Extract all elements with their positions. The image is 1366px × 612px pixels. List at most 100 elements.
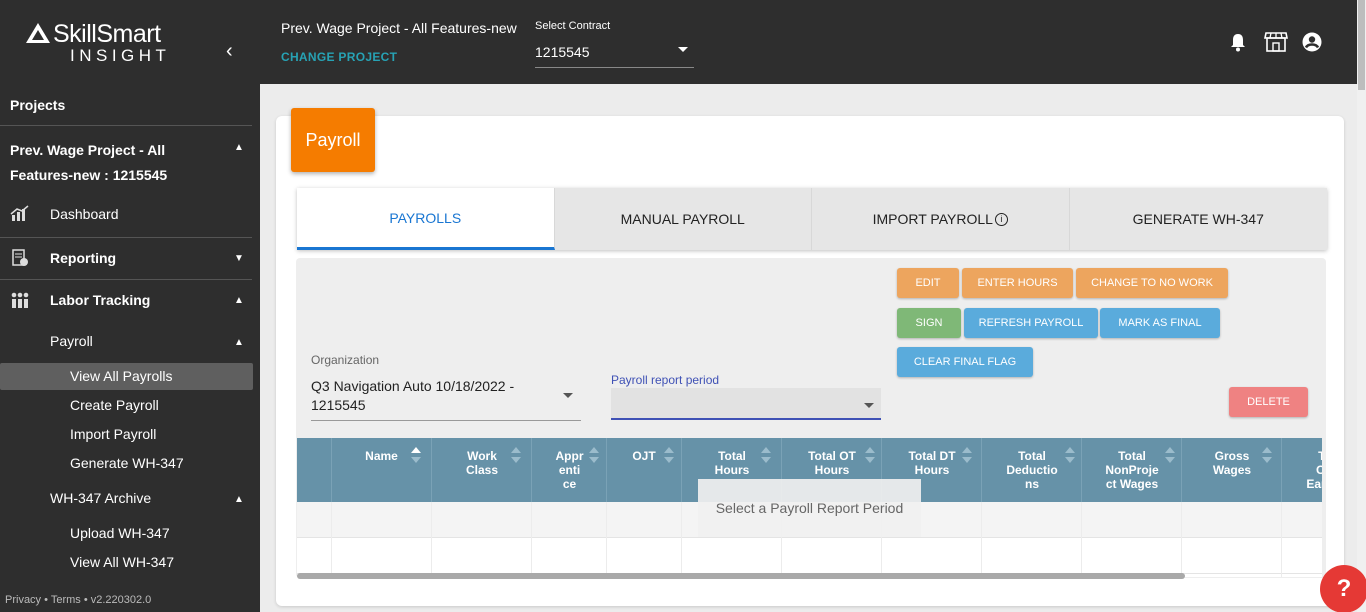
table-row — [297, 538, 1322, 574]
enter-hours-button[interactable]: ENTER HOURS — [962, 268, 1073, 298]
tab-label: IMPORT PAYROLL — [872, 211, 993, 227]
people-icon — [11, 292, 29, 308]
store-icon[interactable] — [1264, 32, 1288, 52]
footer-links[interactable]: Privacy • Terms • v2.220302.0 — [5, 594, 151, 606]
page-scrollbar[interactable] — [1357, 0, 1366, 612]
bell-icon[interactable] — [1228, 32, 1248, 52]
dropdown-arrow-icon[interactable] — [864, 403, 874, 408]
skillsmart-logo[interactable]: SkillSmart INSIGHT — [26, 20, 196, 68]
projects-heading: Projects — [10, 97, 66, 113]
sidebar-item-generate-wh347[interactable]: Generate WH-347 — [70, 455, 184, 471]
delete-button[interactable]: DELETE — [1229, 387, 1308, 417]
dropdown-arrow-icon[interactable] — [563, 393, 573, 398]
refresh-payroll-button[interactable]: REFRESH PAYROLL — [964, 308, 1098, 338]
sidebar-item-label: Reporting — [50, 250, 117, 266]
column-header-work-class[interactable]: Work Class — [431, 438, 531, 502]
payroll-badge: Payroll — [291, 108, 375, 172]
sort-icon[interactable] — [511, 447, 521, 467]
divider — [0, 279, 252, 280]
sort-icon[interactable] — [1165, 447, 1175, 467]
divider — [0, 125, 252, 126]
help-button[interactable]: ? — [1320, 565, 1366, 612]
collapse-sidebar-icon[interactable]: ‹ — [226, 40, 233, 63]
sidebar-item-reporting[interactable]: Reporting ▼ — [0, 241, 252, 275]
question-icon: ? — [1336, 575, 1352, 602]
sort-icon[interactable] — [761, 447, 771, 467]
column-label: Name — [365, 449, 398, 463]
edit-button[interactable]: EDIT — [897, 268, 959, 298]
contract-select-label: Select Contract — [535, 20, 611, 32]
column-divider — [331, 502, 332, 577]
tab-payrolls[interactable]: PAYROLLS — [297, 188, 555, 250]
sign-button[interactable]: SIGN — [897, 308, 961, 338]
top-bar: Prev. Wage Project - All Features-new CH… — [260, 0, 1366, 84]
sidebar-item-label: Labor Tracking — [50, 292, 151, 308]
sort-icon[interactable] — [1065, 447, 1075, 467]
column-header-total-deductions[interactable]: Total Deductio ns — [981, 438, 1081, 502]
chevron-up-icon: ▲ — [234, 294, 244, 306]
info-icon[interactable]: i — [994, 212, 1008, 226]
scrollbar-thumb[interactable] — [1358, 0, 1365, 90]
reporting-icon — [12, 249, 28, 266]
column-divider — [531, 502, 532, 577]
sort-icon[interactable] — [1262, 447, 1272, 467]
tab-label: PAYROLLS — [389, 209, 462, 226]
sidebar-item-import-payroll[interactable]: Import Payroll — [70, 426, 156, 442]
tab-generate-wh347[interactable]: GENERATE WH-347 — [1069, 188, 1327, 250]
column-divider — [431, 502, 432, 577]
period-select[interactable] — [611, 388, 881, 420]
column-divider — [1181, 502, 1182, 577]
sidebar-item-wh347-archive[interactable]: WH-347 Archive — [50, 490, 151, 506]
change-project-link[interactable]: CHANGE PROJECT — [281, 50, 397, 64]
logo-triangle-icon — [26, 23, 50, 43]
column-header-name[interactable]: Name — [331, 438, 431, 502]
sort-icon[interactable] — [411, 447, 421, 467]
column-header-ojt[interactable]: OJT — [606, 438, 681, 502]
column-divider — [1081, 502, 1082, 577]
sidebar-item-labor-tracking[interactable]: Labor Tracking ▲ — [0, 283, 252, 317]
brand-name: SkillSmart — [53, 20, 161, 48]
tab-label: GENERATE WH-347 — [1132, 211, 1264, 227]
column-label: OJT — [632, 449, 656, 463]
column-header-total-other-earnings[interactable]: TotalOtherEarnings — [1281, 438, 1322, 502]
chevron-up-icon[interactable]: ▲ — [234, 494, 244, 505]
organization-label: Organization — [311, 353, 380, 367]
sidebar-item-create-payroll[interactable]: Create Payroll — [70, 397, 159, 413]
change-to-no-work-button[interactable]: CHANGE TO NO WORK — [1076, 268, 1228, 298]
column-divider — [606, 502, 607, 577]
column-divider — [681, 502, 682, 577]
column-header-total-nonproject-wages[interactable]: Total NonProje ct Wages — [1081, 438, 1181, 502]
sort-icon[interactable] — [664, 447, 674, 467]
sidebar-item-payroll[interactable]: Payroll — [50, 333, 93, 349]
sidebar-item-upload-wh347[interactable]: Upload WH-347 — [70, 525, 170, 541]
tab-import-payroll[interactable]: IMPORT PAYROLL i — [812, 188, 1070, 250]
sidebar-item-view-all-wh347[interactable]: View All WH-347 — [70, 554, 174, 570]
project-title: Prev. Wage Project - All Features-new — [281, 20, 517, 36]
sidebar-item-view-all-payrolls[interactable]: View All Payrolls — [70, 368, 172, 384]
mark-as-final-button[interactable]: MARK AS FINAL — [1100, 308, 1220, 338]
column-header-apprentice[interactable]: Appr enti ce — [531, 438, 606, 502]
contract-select[interactable]: 1215545 — [535, 44, 590, 60]
organization-select[interactable]: Q3 Navigation Auto 10/18/2022 - 1215545 — [311, 377, 536, 415]
tab-manual-payroll[interactable]: MANUAL PAYROLL — [554, 188, 812, 250]
table-horizontal-scrollbar[interactable] — [297, 573, 1185, 579]
column-header-gross-wages[interactable]: Gross Wages — [1181, 438, 1281, 502]
clear-final-flag-button[interactable]: CLEAR FINAL FLAG — [897, 347, 1033, 377]
chevron-up-icon[interactable]: ▲ — [234, 337, 244, 348]
column-divider — [1281, 502, 1282, 577]
sort-icon[interactable] — [962, 447, 972, 467]
divider — [0, 237, 252, 238]
sidebar-item-label: Dashboard — [50, 206, 119, 222]
dashboard-icon — [10, 205, 29, 221]
dropdown-arrow-icon[interactable] — [678, 47, 688, 52]
organization-underline — [311, 420, 581, 421]
project-name[interactable]: Prev. Wage Project - All Features-new : … — [10, 138, 220, 188]
sidebar: SkillSmart INSIGHT ‹ Projects Prev. Wage… — [0, 0, 260, 612]
sidebar-item-dashboard[interactable]: Dashboard — [0, 197, 252, 231]
empty-state-message: Select a Payroll Report Period — [698, 479, 921, 537]
sort-icon[interactable] — [589, 447, 599, 467]
chevron-up-icon[interactable]: ▲ — [234, 142, 244, 153]
account-icon[interactable] — [1302, 32, 1322, 52]
sort-icon[interactable] — [865, 447, 875, 467]
period-label: Payroll report period — [611, 373, 720, 387]
